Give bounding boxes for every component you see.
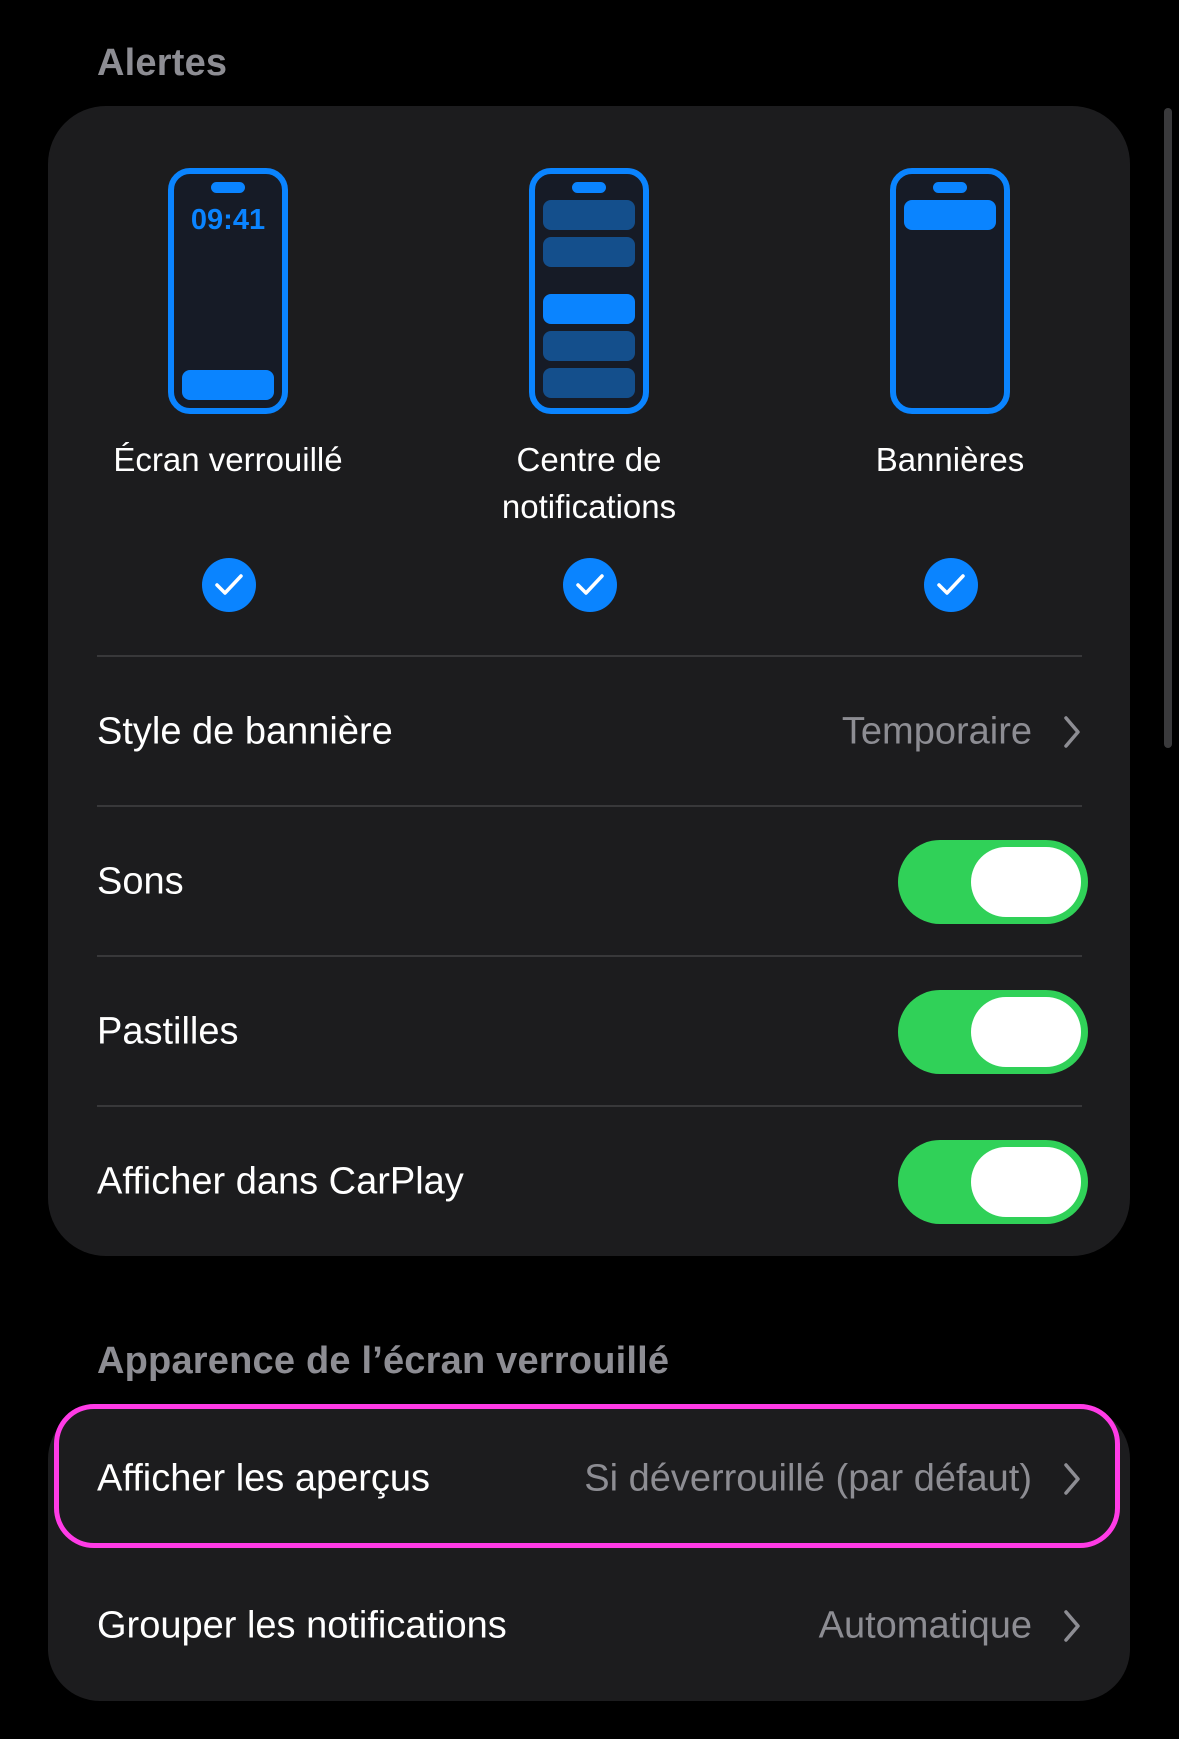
row-value: Temporaire bbox=[841, 710, 1032, 753]
phone-lock-screen-icon: 09:41 bbox=[168, 168, 288, 414]
chevron-right-icon bbox=[1064, 1610, 1080, 1642]
alert-option-notification-center[interactable]: Centre de notifications bbox=[449, 168, 729, 530]
alert-option-lock-screen[interactable]: 09:41 Écran verrouillé bbox=[88, 168, 368, 483]
row-label: Sons bbox=[97, 860, 184, 903]
row-value: Si déverrouillé (par défaut) bbox=[584, 1457, 1032, 1500]
toggle-knob bbox=[971, 997, 1081, 1067]
row-value: Automatique bbox=[818, 1604, 1032, 1647]
checkmark-icon[interactable] bbox=[924, 558, 978, 612]
banner-style-row[interactable]: Style de bannière Temporaire bbox=[48, 657, 1130, 807]
row-label: Afficher les aperçus bbox=[97, 1457, 431, 1500]
lock-screen-card: Afficher les aperçus Si déverrouillé (pa… bbox=[48, 1407, 1130, 1701]
sounds-toggle[interactable] bbox=[898, 840, 1088, 924]
badges-row: Pastilles bbox=[48, 957, 1130, 1107]
alert-option-label: Bannières bbox=[875, 441, 1025, 478]
carplay-row: Afficher dans CarPlay bbox=[48, 1107, 1130, 1257]
alerts-card: 09:41 Écran verrouillé Centre de notific… bbox=[48, 106, 1130, 1256]
phone-notification-center-icon bbox=[529, 168, 649, 414]
phone-banner-icon bbox=[890, 168, 1010, 414]
row-label: Pastilles bbox=[97, 1010, 239, 1053]
checkmark-icon[interactable] bbox=[563, 558, 617, 612]
alerts-section-title: Alertes bbox=[97, 42, 228, 84]
row-label: Grouper les notifications bbox=[97, 1604, 507, 1647]
sounds-row: Sons bbox=[48, 807, 1130, 957]
badges-toggle[interactable] bbox=[898, 990, 1088, 1074]
chevron-right-icon bbox=[1064, 1463, 1080, 1495]
phone-time: 09:41 bbox=[190, 204, 266, 236]
toggle-knob bbox=[971, 1147, 1081, 1217]
carplay-toggle[interactable] bbox=[898, 1140, 1088, 1224]
show-previews-row[interactable]: Afficher les aperçus Si déverrouillé (pa… bbox=[48, 1407, 1130, 1551]
checkmark-icon[interactable] bbox=[202, 558, 256, 612]
group-notifications-row[interactable]: Grouper les notifications Automatique bbox=[48, 1551, 1130, 1701]
alert-option-label: Écran verrouillé bbox=[113, 441, 343, 478]
toggle-knob bbox=[971, 847, 1081, 917]
scrollbar[interactable] bbox=[1164, 108, 1172, 748]
row-label: Style de bannière bbox=[97, 710, 393, 753]
row-label: Afficher dans CarPlay bbox=[97, 1160, 464, 1203]
alert-option-banners[interactable]: Bannières bbox=[810, 168, 1090, 483]
lock-screen-section-title: Apparence de l’écran verrouillé bbox=[97, 1340, 670, 1382]
alert-option-label: Centre de notifications bbox=[501, 441, 677, 525]
chevron-right-icon bbox=[1064, 716, 1080, 748]
